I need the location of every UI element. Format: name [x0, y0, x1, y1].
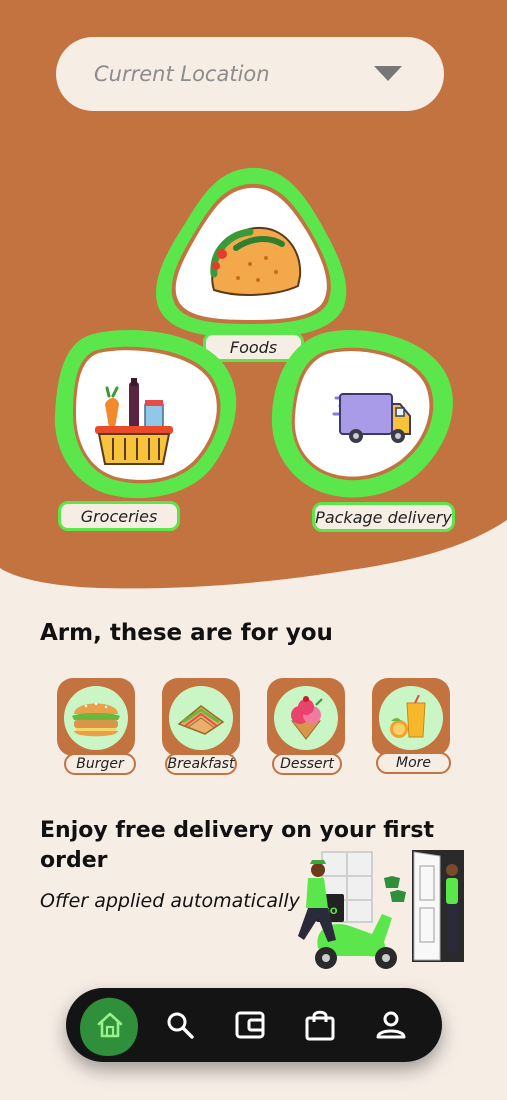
location-label: Current Location — [94, 62, 270, 86]
shopping-bag-icon — [305, 1010, 335, 1041]
category-more[interactable] — [372, 678, 450, 756]
search-icon — [167, 1012, 194, 1039]
category-burger[interactable] — [57, 678, 135, 756]
caret-down-icon[interactable] — [374, 66, 402, 81]
nav-wallet[interactable] — [230, 1005, 270, 1045]
nav-profile[interactable] — [371, 1005, 411, 1045]
recommendations-title: Arm, these are for you — [40, 620, 333, 646]
delivery-illustration: GO — [288, 848, 468, 976]
service-foods[interactable] — [154, 164, 350, 340]
profile-icon — [376, 1011, 406, 1039]
burger-icon — [72, 702, 120, 737]
category-label-burger[interactable]: Burger — [64, 753, 136, 775]
bottom-navigation — [66, 988, 442, 1062]
sandwich-icon — [177, 705, 225, 735]
category-breakfast[interactable] — [162, 678, 240, 756]
location-selector[interactable]: Current Location — [56, 37, 444, 111]
category-label-breakfast[interactable]: Breakfast — [165, 753, 237, 775]
service-label-groceries[interactable]: Groceries — [58, 501, 180, 531]
service-groceries[interactable] — [53, 326, 239, 504]
nav-cart[interactable] — [300, 1005, 340, 1045]
nav-home[interactable] — [90, 1005, 130, 1045]
category-label-dessert[interactable]: Dessert — [272, 753, 342, 775]
juice-icon — [390, 695, 426, 738]
service-package-delivery[interactable] — [268, 326, 454, 504]
home-icon — [97, 1012, 123, 1038]
nav-search[interactable] — [160, 1005, 200, 1045]
promo-subtitle: Offer applied automatically — [40, 890, 300, 912]
category-label-more[interactable]: More — [376, 752, 451, 774]
category-dessert[interactable] — [267, 678, 345, 756]
service-label-package-delivery[interactable]: Package delivery — [312, 502, 455, 532]
ice-cream-icon — [290, 696, 323, 740]
wallet-icon — [235, 1011, 265, 1039]
